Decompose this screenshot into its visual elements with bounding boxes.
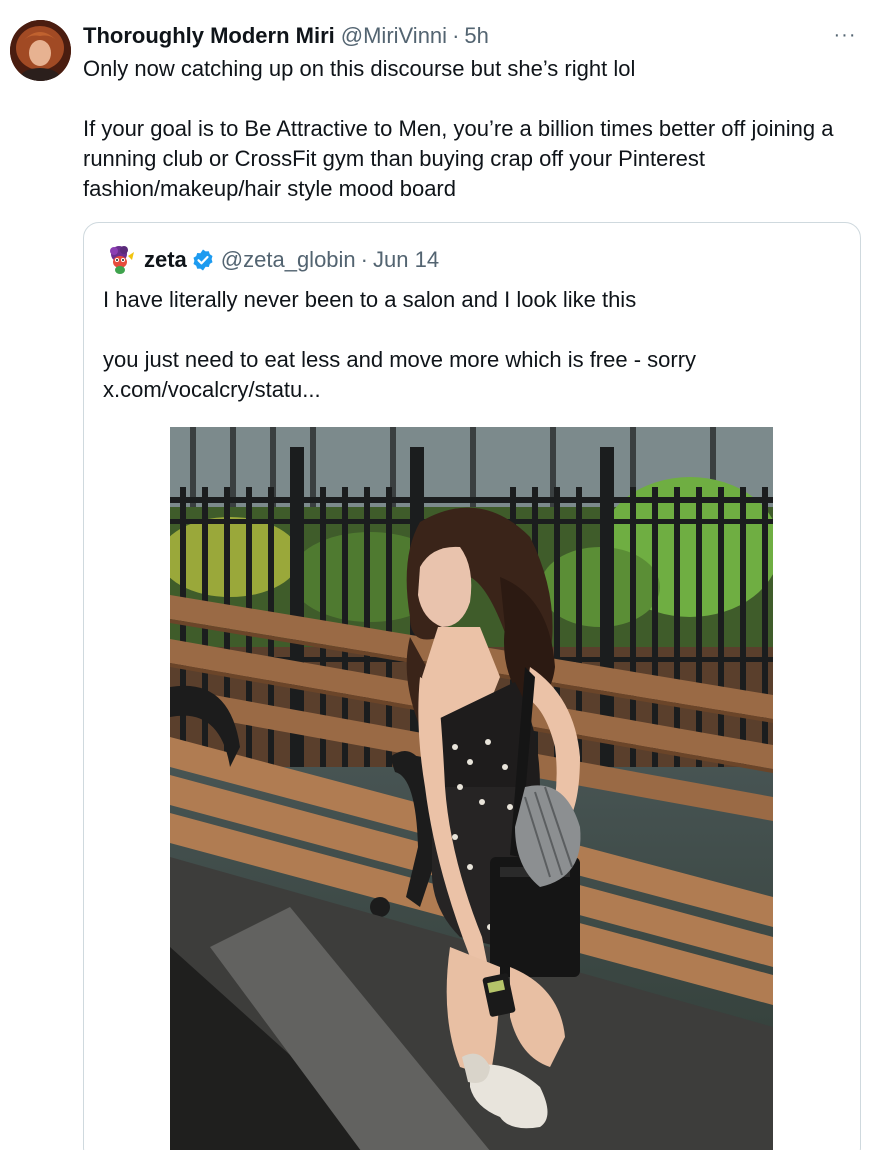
author-handle[interactable]: @MiriVinni [341, 23, 447, 49]
tweet[interactable]: Thoroughly Modern Miri @MiriVinni · 5h ·… [0, 0, 874, 1150]
tweet-timestamp[interactable]: 5h [464, 23, 488, 49]
quote-text: I have literally never been to a salon a… [103, 287, 697, 402]
quote-header-separator: · [360, 247, 368, 272]
more-horizontal-icon[interactable]: ··· [832, 22, 858, 48]
quote-timestamp[interactable]: Jun 14 [373, 247, 439, 273]
quote-photo[interactable] [170, 427, 773, 1150]
author-display-name[interactable]: Thoroughly Modern Miri [83, 23, 335, 49]
quote-author-handle[interactable]: @zeta_globin [221, 247, 356, 273]
quote-author-avatar[interactable] [104, 244, 136, 276]
tweet-header: Thoroughly Modern Miri @MiriVinni · 5h [83, 22, 489, 50]
quote-author-display-name[interactable]: zeta [144, 247, 187, 273]
verified-badge-icon [191, 248, 215, 272]
quote-header: zeta @zeta_globin · Jun 14 [104, 243, 439, 277]
tweet-text: Only now catching up on this discourse b… [83, 56, 834, 201]
author-avatar[interactable] [10, 20, 71, 81]
header-separator: · [452, 23, 460, 48]
quote-tweet-card[interactable]: zeta @zeta_globin · Jun 14 I have litera… [83, 222, 861, 1150]
